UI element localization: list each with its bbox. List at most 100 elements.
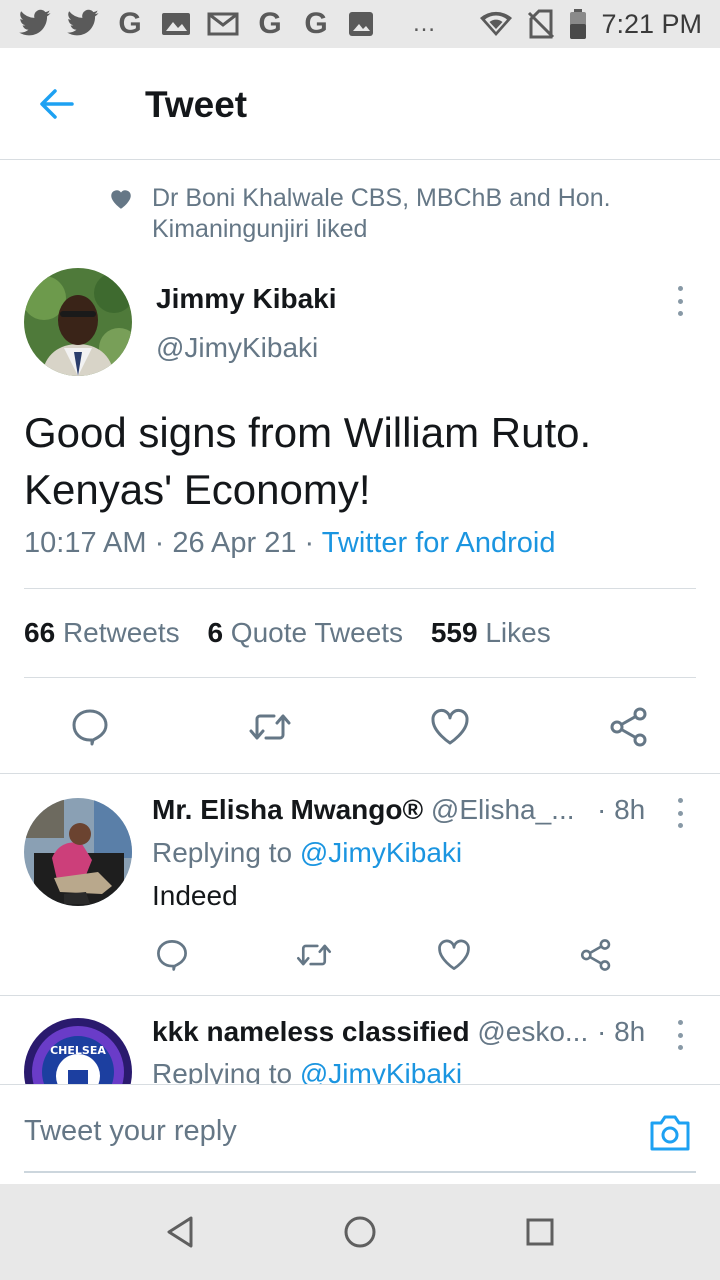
- divider: [24, 588, 696, 589]
- retweet-icon: [296, 944, 332, 966]
- author-handle[interactable]: @JimyKibaki: [156, 332, 318, 364]
- more-options-button[interactable]: [670, 286, 690, 316]
- share-icon: [610, 707, 647, 747]
- replying-to: Replying to @JimyKibaki: [152, 837, 462, 869]
- nav-recents-button[interactable]: [520, 1212, 560, 1252]
- retweet-button[interactable]: [246, 705, 294, 749]
- battery-icon: [570, 9, 587, 39]
- reply-item[interactable]: CHELSEA kkk nameless classified @esko...…: [0, 996, 720, 1084]
- page-title: Tweet: [145, 84, 248, 125]
- dot: [677, 298, 683, 304]
- no-signal-icon: [528, 9, 555, 39]
- dot: [677, 311, 683, 316]
- reply-time: · 8h: [597, 1016, 646, 1047]
- author-photo: [24, 268, 132, 376]
- social-context: Dr Boni Khalwale CBS, MBChB and Hon. Kim…: [108, 183, 668, 245]
- reply-author-handle[interactable]: @esko...: [477, 1016, 588, 1047]
- clock: 7:21 PM: [601, 8, 702, 39]
- replying-to-prefix: Replying to: [152, 837, 293, 868]
- divider: [0, 773, 720, 774]
- reply-more-button[interactable]: [670, 798, 690, 828]
- status-indicators: 7:21 PM: [479, 8, 702, 40]
- reply-button[interactable]: [68, 705, 112, 749]
- reply-header: kkk nameless classified @esko...: [152, 1016, 622, 1048]
- reply-reply-button[interactable]: [152, 935, 192, 975]
- square-recents-icon: [526, 1218, 554, 1246]
- nav-back-button[interactable]: [160, 1212, 200, 1252]
- retweets-stat[interactable]: 66 Retweets: [24, 617, 180, 648]
- more-notifications-icon: …: [412, 10, 438, 37]
- reply-author-handle[interactable]: @Elisha_...: [431, 794, 575, 825]
- dot: [677, 1020, 683, 1025]
- camera-icon: [650, 1115, 690, 1151]
- tweet-text: Good signs from William Ruto. Kenyas' Ec…: [24, 404, 696, 518]
- liked-by-text: Dr Boni Khalwale CBS, MBChB and Hon. Kim…: [152, 184, 611, 243]
- heart-filled-icon: [111, 190, 131, 209]
- author-name[interactable]: Jimmy Kibaki: [156, 283, 337, 315]
- dot: [677, 1032, 683, 1038]
- twitter-icon: [19, 9, 51, 36]
- google-icon: G: [304, 7, 328, 40]
- heart-icon: [438, 939, 470, 970]
- circle-home-icon: [344, 1216, 376, 1248]
- gmail-icon: [207, 12, 239, 36]
- reply-retweet-button[interactable]: [293, 935, 335, 975]
- reply-time: · 8h: [597, 794, 646, 825]
- author-avatar[interactable]: [24, 268, 132, 376]
- reply-like-button[interactable]: [434, 935, 474, 975]
- like-button[interactable]: [428, 705, 472, 749]
- retweets-label: Retweets: [62, 617, 180, 648]
- tweet-source-link[interactable]: Twitter for Android: [322, 527, 556, 559]
- likes-count: 559: [430, 617, 478, 648]
- dot: [677, 810, 683, 816]
- reply-author-name[interactable]: kkk nameless classified: [152, 1016, 470, 1047]
- divider: [24, 677, 696, 678]
- dot: [677, 286, 683, 291]
- reply-author-name[interactable]: Mr. Elisha Mwango®: [152, 794, 423, 825]
- arrow-left-icon: [40, 89, 74, 119]
- likes-label: Likes: [485, 617, 551, 648]
- reply-composer: Tweet your reply: [0, 1084, 720, 1184]
- image-icon: [349, 12, 373, 36]
- tweet-meta: 10:17 AM · 26 Apr 21 · Twitter for Andro…: [24, 527, 555, 560]
- replying-to-link[interactable]: @JimyKibaki: [300, 837, 462, 868]
- separator: ·: [154, 527, 165, 559]
- tweet-time: 10:17 AM: [24, 527, 147, 559]
- reply-icon: [72, 709, 108, 746]
- share-button[interactable]: [607, 705, 651, 749]
- quotes-label: Quote Tweets: [230, 617, 404, 648]
- retweet-icon: [249, 714, 291, 740]
- share-icon: [580, 939, 611, 971]
- reply-header: Mr. Elisha Mwango® @Elisha_...: [152, 794, 622, 826]
- reply-text: Indeed: [152, 880, 238, 911]
- nav-home-button[interactable]: [340, 1212, 380, 1252]
- likes-stat[interactable]: 559 Likes: [431, 617, 551, 648]
- tweet-text-line: Good signs from William Ruto.: [24, 409, 592, 456]
- top-app-bar: Tweet: [0, 48, 720, 160]
- back-button[interactable]: [30, 78, 82, 130]
- replying-to-prefix: Replying to: [152, 1058, 293, 1084]
- replying-to: Replying to @JimyKibaki: [152, 1058, 462, 1084]
- reply-share-button[interactable]: [576, 935, 616, 975]
- tweet-stats: 66 Retweets 6 Quote Tweets 559 Likes: [24, 617, 551, 649]
- heart-icon: [431, 709, 469, 745]
- quotes-count: 6: [207, 617, 224, 648]
- reply-input[interactable]: Tweet your reply: [24, 1115, 624, 1148]
- replying-to-link[interactable]: @JimyKibaki: [300, 1058, 462, 1084]
- tweet-text-line: Kenyas' Economy!: [24, 466, 371, 513]
- reply-more-button[interactable]: [670, 1020, 690, 1050]
- input-underline: [24, 1171, 696, 1173]
- gallery-icon: [162, 13, 190, 35]
- dot: [677, 823, 683, 828]
- notification-icons: G G G …: [18, 7, 438, 40]
- quote-tweets-stat[interactable]: 6 Quote Tweets: [207, 617, 403, 648]
- retweets-count: 66: [24, 617, 56, 648]
- reply-avatar[interactable]: [24, 798, 132, 906]
- chelsea-text: CHELSEA: [50, 1044, 106, 1057]
- google-icon: G: [258, 7, 282, 40]
- system-nav-bar: [0, 1184, 720, 1280]
- dot: [677, 798, 683, 803]
- reply-avatar[interactable]: CHELSEA: [24, 1018, 132, 1084]
- separator: ·: [304, 527, 315, 559]
- camera-button[interactable]: [648, 1113, 694, 1155]
